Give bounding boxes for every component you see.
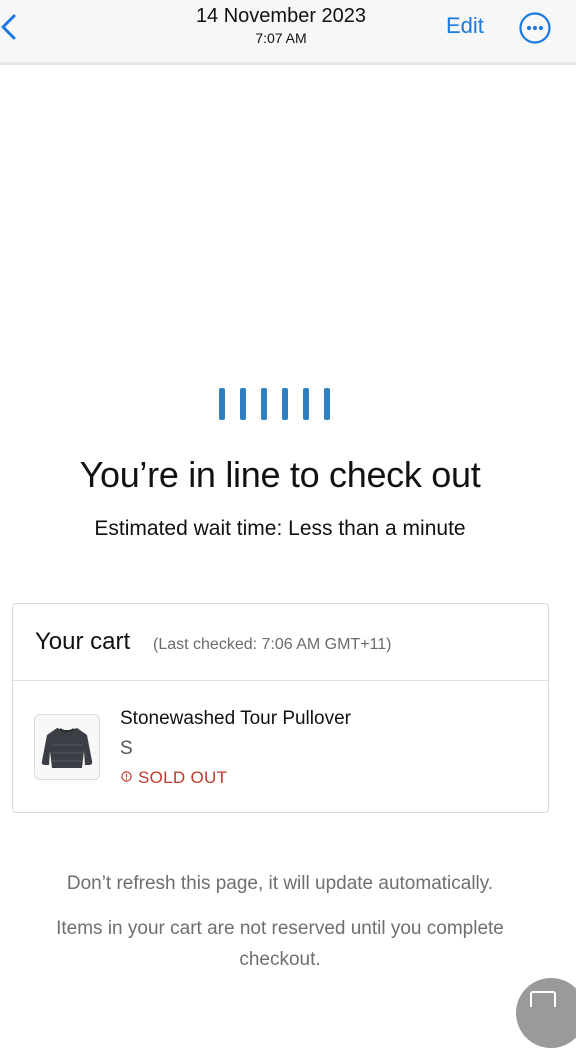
nav-divider bbox=[0, 62, 576, 65]
reservation-notice: Items in your cart are not reserved unti… bbox=[56, 918, 504, 970]
ellipsis-circle-icon[interactable] bbox=[518, 11, 552, 45]
loading-bar bbox=[303, 388, 309, 420]
loading-bar bbox=[219, 388, 225, 420]
loading-bar bbox=[282, 388, 288, 420]
sold-out-badge: SOLD OUT bbox=[138, 768, 228, 787]
estimated-wait-text: Estimated wait time: Less than a minute bbox=[94, 517, 466, 540]
alert-circle-icon bbox=[121, 771, 132, 782]
edit-button[interactable]: Edit bbox=[446, 13, 484, 39]
cart-title: Your cart bbox=[35, 628, 131, 655]
cart-card: Your cart (Last checked: 7:06 AM GMT+11)… bbox=[12, 603, 549, 813]
item-size: S bbox=[120, 738, 133, 759]
screenshot-tool-button[interactable] bbox=[516, 978, 576, 1048]
screenshot-tool-icon bbox=[530, 991, 556, 1007]
loading-bar bbox=[240, 388, 246, 420]
loading-bars-icon bbox=[219, 388, 333, 420]
top-nav-bar: 14 November 2023 7:07 AM Edit bbox=[0, 0, 576, 62]
pullover-thumbnail bbox=[34, 714, 100, 780]
cart-last-checked: (Last checked: 7:06 AM GMT+11) bbox=[153, 636, 392, 653]
queue-headline: You’re in line to check out bbox=[79, 454, 481, 495]
refresh-notice: Don’t refresh this page, it will update … bbox=[66, 873, 494, 894]
item-name[interactable]: Stonewashed Tour Pullover bbox=[120, 708, 351, 730]
loading-bar bbox=[261, 388, 267, 420]
loading-bar bbox=[324, 388, 330, 420]
cart-header: Your cart (Last checked: 7:06 AM GMT+11) bbox=[13, 604, 548, 681]
